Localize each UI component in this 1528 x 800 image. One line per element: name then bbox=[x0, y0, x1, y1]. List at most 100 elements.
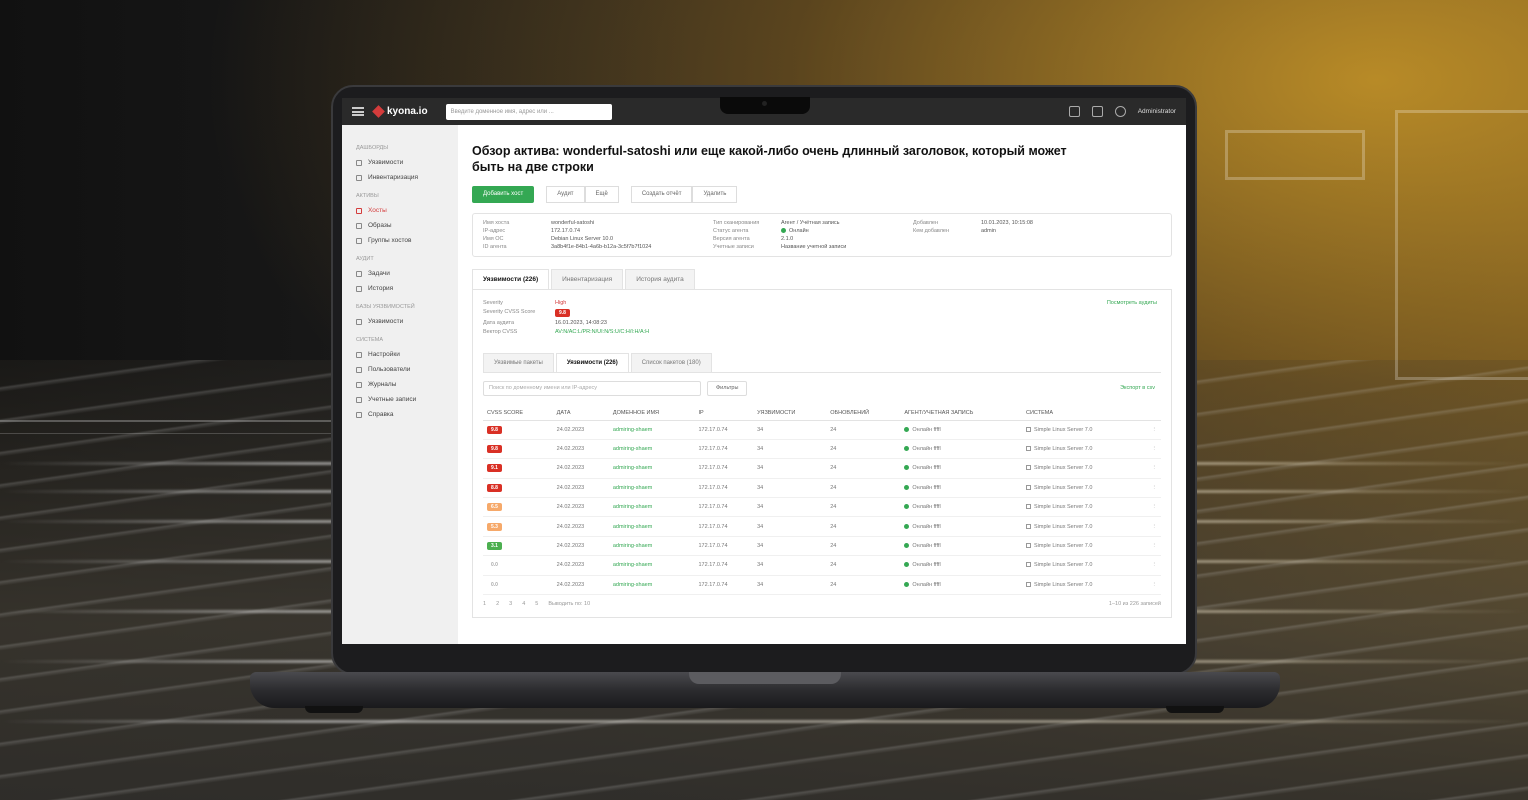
vuln-subtabs: Уязвимые пакеты Уязвимости (226) Список па… bbox=[483, 352, 1161, 373]
column-header[interactable]: IP bbox=[694, 405, 754, 421]
asset-tab[interactable]: История аудита bbox=[625, 268, 695, 289]
sidebar-item[interactable]: Журналы bbox=[350, 377, 450, 392]
more-button[interactable]: Ещё bbox=[584, 185, 619, 203]
sidebar-item[interactable]: Инвентаризация bbox=[350, 170, 450, 185]
date-cell: 24.02.2023 bbox=[552, 516, 609, 537]
row-menu-icon[interactable]: ⋮ bbox=[1139, 420, 1161, 440]
user-menu[interactable]: Administrator bbox=[1138, 108, 1176, 115]
create-report-button[interactable]: Создать отчёт bbox=[630, 185, 693, 203]
domain-link[interactable]: admiring-shaem bbox=[608, 516, 695, 537]
domain-link[interactable]: admiring-shaem bbox=[608, 478, 695, 499]
column-header[interactable]: АГЕНТ/УЧЕТНАЯ ЗАПИСЬ bbox=[900, 405, 1022, 421]
page-number[interactable]: 5 bbox=[535, 601, 538, 607]
column-header[interactable]: СИСТЕМА bbox=[1022, 405, 1140, 421]
domain-link[interactable]: admiring-shaem bbox=[608, 458, 695, 479]
sidebar-item[interactable]: Уязвимости bbox=[350, 314, 450, 329]
agent-cell: Онлайн ffffl bbox=[900, 575, 1022, 595]
table-row[interactable]: 0.0 24.02.2023 admiring-shaem 172.17.0.74 34… bbox=[483, 555, 1161, 576]
filters-button[interactable]: Фильтры bbox=[707, 380, 748, 396]
vuln-subtab[interactable]: Уязвимости (226) bbox=[555, 352, 629, 372]
sidebar-item[interactable]: Группы хостов bbox=[350, 233, 450, 248]
table-row[interactable]: 8.8 24.02.2023 admiring-shaem 172.17.0.74 34… bbox=[483, 478, 1161, 499]
column-header[interactable]: ДАТА bbox=[552, 405, 609, 421]
add-host-button[interactable]: Добавить хост bbox=[472, 185, 535, 203]
page-number[interactable]: 1 bbox=[483, 601, 486, 607]
sidebar-item[interactable]: Задачи bbox=[350, 266, 450, 281]
info-value: Название учетной записи bbox=[781, 243, 847, 250]
secondary-button-group: Создать отчёт Удалить bbox=[630, 185, 738, 203]
system-name: Simple Linux Server 7.0 bbox=[1034, 465, 1093, 472]
table-row[interactable]: 3.1 24.02.2023 admiring-shaem 172.17.0.74 34… bbox=[483, 536, 1161, 557]
summary-value: AV:N/AC:L/PR:N/UI:N/S:U/C:H/I:H/A:H bbox=[555, 328, 650, 335]
row-menu-icon[interactable]: ⋮ bbox=[1139, 516, 1161, 537]
table-row[interactable]: 9.1 24.02.2023 admiring-shaem 172.17.0.74 34… bbox=[483, 458, 1161, 479]
sidebar-item[interactable]: Хосты bbox=[350, 203, 450, 218]
table-row[interactable]: 5.3 24.02.2023 admiring-shaem 172.17.0.74 34… bbox=[483, 516, 1161, 537]
domain-link[interactable]: admiring-shaem bbox=[608, 575, 695, 595]
system-name: Simple Linux Server 7.0 bbox=[1034, 504, 1093, 511]
per-page-select[interactable]: Выводить по: 10 bbox=[548, 601, 590, 607]
table-row[interactable]: 9.8 24.02.2023 admiring-shaem 172.17.0.74 34… bbox=[483, 439, 1161, 460]
sidebar-item[interactable]: Учетные записи bbox=[350, 392, 450, 407]
page-number[interactable]: 3 bbox=[509, 601, 512, 607]
domain-link[interactable]: admiring-shaem bbox=[608, 439, 695, 460]
domain-link[interactable]: admiring-shaem bbox=[608, 555, 695, 576]
row-menu-icon[interactable]: ⋮ bbox=[1139, 536, 1161, 557]
row-menu-icon[interactable]: ⋮ bbox=[1139, 497, 1161, 518]
sidebar-item[interactable]: Настройки bbox=[350, 347, 450, 362]
table-row[interactable]: 9.8 24.02.2023 admiring-shaem 172.17.0.74 34… bbox=[483, 420, 1161, 440]
column-header[interactable]: ДОМЕННОЕ ИМЯ bbox=[608, 405, 695, 421]
apps-icon[interactable] bbox=[1068, 106, 1080, 117]
cvss-score-cell: 0.0 bbox=[483, 575, 553, 595]
table-search-input[interactable]: Поиск по доменному имени или IP-адресу bbox=[483, 380, 701, 396]
vuln-subtab[interactable]: Уязвимые пакеты bbox=[483, 352, 554, 372]
cvss-score-cell: 0.0 bbox=[483, 555, 553, 576]
domain-link[interactable]: admiring-shaem bbox=[608, 497, 695, 518]
export-csv-link[interactable]: Экспорт в csv bbox=[1120, 385, 1155, 391]
row-menu-icon[interactable]: ⋮ bbox=[1139, 478, 1161, 499]
status-online-dot-icon bbox=[904, 465, 910, 471]
column-header[interactable]: УЯЗВИМОСТИ bbox=[753, 405, 827, 421]
agent-status: Онлайн bbox=[912, 581, 934, 588]
cvss-score-badge: 8.8 bbox=[487, 483, 502, 492]
asset-tab[interactable]: Уязвимости (226) bbox=[472, 268, 550, 289]
os-icon bbox=[1026, 504, 1031, 510]
app-logo[interactable]: kyona.io bbox=[372, 105, 428, 118]
info-value: 172.17.0.74 bbox=[551, 227, 581, 234]
column-header[interactable]: CVSS SCORE bbox=[483, 405, 553, 421]
sidebar-item[interactable]: История bbox=[350, 281, 450, 296]
page-number[interactable]: 2 bbox=[496, 601, 499, 607]
page-number[interactable]: 4 bbox=[522, 601, 525, 607]
system-name: Simple Linux Server 7.0 bbox=[1034, 562, 1093, 569]
system-name: Simple Linux Server 7.0 bbox=[1034, 542, 1093, 549]
vuln-subtab[interactable]: Список пакетов (180) bbox=[630, 352, 712, 372]
hamburger-menu-icon[interactable] bbox=[352, 107, 364, 116]
asset-tabs: Уязвимости (226) Инвентаризация История ау… bbox=[472, 268, 1172, 290]
table-row[interactable]: 0.0 24.02.2023 admiring-shaem 172.17.0.74 34… bbox=[483, 575, 1161, 595]
settings-gear-icon[interactable] bbox=[1114, 106, 1126, 117]
row-menu-icon[interactable]: ⋮ bbox=[1139, 458, 1161, 479]
row-menu-icon[interactable]: ⋮ bbox=[1139, 439, 1161, 460]
table-row[interactable]: 6.5 24.02.2023 admiring-shaem 172.17.0.74 34… bbox=[483, 497, 1161, 518]
system-cell: Simple Linux Server 7.0 bbox=[1022, 497, 1140, 518]
info-key: Имя ОС bbox=[483, 235, 504, 242]
domain-link[interactable]: admiring-shaem bbox=[608, 420, 695, 440]
global-search-input[interactable]: Введите доменное имя, адрес или ... bbox=[445, 103, 612, 120]
status-online-dot-icon bbox=[904, 484, 910, 490]
notifications-icon[interactable] bbox=[1091, 106, 1103, 117]
row-menu-icon[interactable]: ⋮ bbox=[1139, 555, 1161, 576]
sidebar-item[interactable]: Уязвимости bbox=[350, 155, 450, 170]
row-menu-icon[interactable]: ⋮ bbox=[1139, 575, 1161, 595]
agent-cell: Онлайн ffffl bbox=[900, 420, 1022, 440]
updates-cell: 24 bbox=[826, 439, 901, 460]
domain-link[interactable]: admiring-shaem bbox=[608, 536, 695, 557]
delete-button[interactable]: Удалить bbox=[692, 185, 738, 203]
audit-button[interactable]: Аудит bbox=[546, 185, 585, 203]
sidebar-item[interactable]: Образы bbox=[350, 218, 450, 233]
records-count: 1–10 из 226 записей bbox=[1108, 600, 1161, 607]
asset-tab[interactable]: Инвентаризация bbox=[551, 268, 624, 289]
column-header[interactable]: ОБНОВЛЕНИЙ bbox=[826, 405, 901, 421]
sidebar-item[interactable]: Пользователи bbox=[350, 362, 450, 377]
sidebar-item[interactable]: Справка bbox=[350, 407, 450, 422]
view-audits-link[interactable]: Посмотреть аудиты bbox=[1107, 300, 1157, 306]
